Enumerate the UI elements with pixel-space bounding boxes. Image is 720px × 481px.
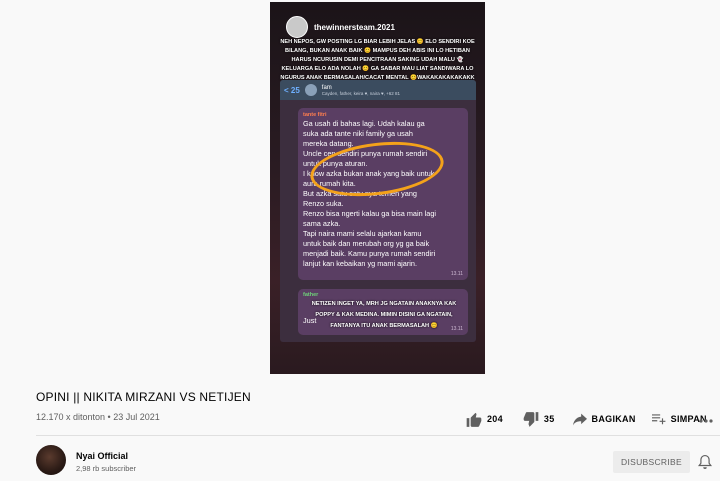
channel-name[interactable]: Nyai Official: [76, 451, 128, 461]
video-title: OPINI || NIKITA MIRZANI VS NETIJEN: [36, 390, 251, 404]
ig-header: thewinnersteam.2021: [286, 16, 395, 38]
video-frame[interactable]: thewinnersteam.2021 NEH NEPOS, GW POSTIN…: [270, 2, 485, 374]
dislike-button[interactable]: 35: [523, 411, 555, 427]
divider: [36, 435, 720, 436]
video-actions: 204 35 BAGIKAN SIMPAN: [466, 410, 707, 428]
chat-subtitle: Cayden, father, keira ♥, naira ♥, +62 81: [321, 90, 401, 96]
chat-time-1: 13.11: [450, 271, 463, 277]
dislike-count: 35: [543, 414, 555, 424]
ig-avatar: [286, 16, 308, 38]
more-horizontal-icon: [699, 410, 713, 428]
like-count: 204: [487, 414, 503, 424]
chat-back-count: < 25: [284, 85, 300, 95]
like-button[interactable]: 204: [466, 412, 503, 427]
thumbs-down-icon: [523, 411, 539, 427]
video-meta: 12.170 x ditonton • 23 Jul 2021: [36, 412, 160, 422]
subscriber-count: 2,98 rb subscriber: [76, 464, 137, 473]
notification-bell-button[interactable]: [698, 454, 714, 470]
chat-sender-1: tante fitri: [303, 112, 327, 118]
chat-sender-2: father: [303, 292, 319, 298]
share-icon: [572, 413, 587, 426]
video-overlay-text: NETIZEN INGET YA, MRH JG NGATAIN ANAKNYA…: [311, 301, 457, 329]
thumbs-up-icon: [466, 412, 482, 427]
chat-group-avatar: [304, 84, 317, 96]
chat-header: < 25 fam Cayden, father, keira ♥, naira …: [280, 80, 476, 100]
channel-avatar[interactable]: [36, 445, 66, 475]
share-label: BAGIKAN: [591, 414, 636, 424]
more-actions-button[interactable]: [698, 410, 714, 428]
subscribe-button[interactable]: DISUBSCRIBE: [613, 451, 690, 473]
playlist-add-icon: [651, 413, 666, 425]
video-player[interactable]: thewinnersteam.2021 NEH NEPOS, GW POSTIN…: [0, 0, 720, 381]
share-button[interactable]: BAGIKAN: [572, 413, 636, 426]
bell-icon: [698, 454, 712, 474]
ig-username: thewinnersteam.2021: [314, 22, 395, 32]
